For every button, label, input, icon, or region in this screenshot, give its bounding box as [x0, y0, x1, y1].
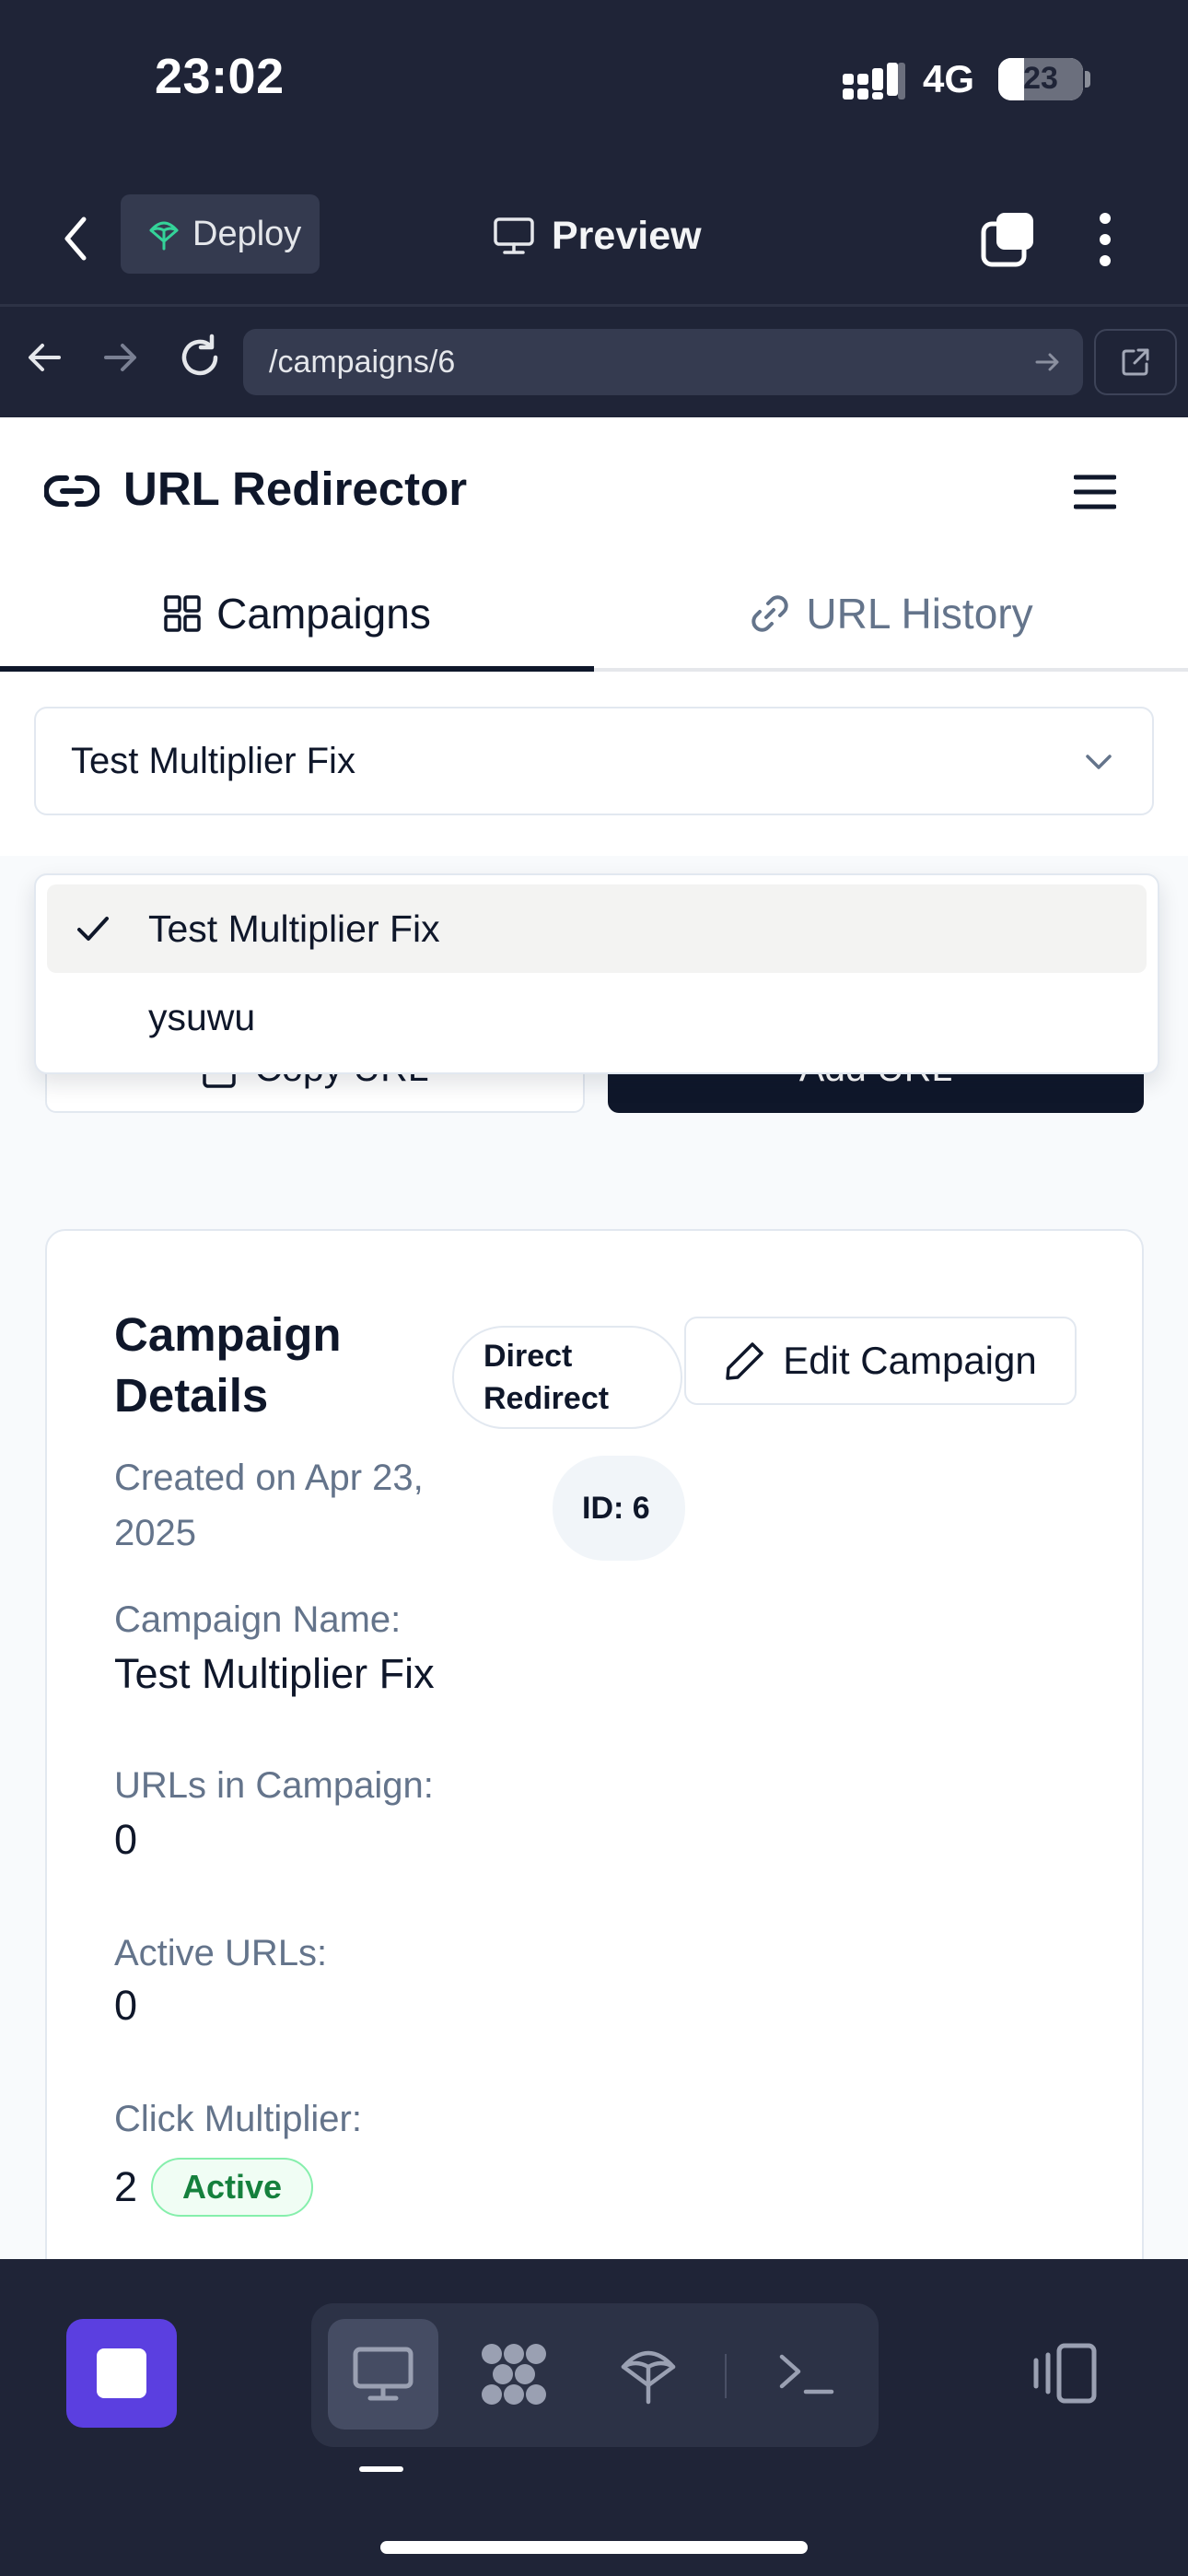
urls-in-campaign-value: 0 [114, 1816, 138, 1863]
tab-campaigns[interactable]: Campaigns [0, 556, 594, 672]
preview-tab[interactable]: Preview [493, 207, 702, 264]
edit-campaign-button[interactable]: Edit Campaign [684, 1317, 1077, 1405]
tabs-icon[interactable] [980, 211, 1037, 268]
tab-bar: Campaigns URL History [0, 556, 1188, 672]
campaign-name-value: Test Multiplier Fix [114, 1650, 435, 1697]
dropdown-option-ysuwu[interactable]: ysuwu [47, 973, 1147, 1061]
app-title: URL Redirector [123, 463, 468, 515]
chevron-down-icon [1086, 755, 1112, 769]
url-text: /campaigns/6 [269, 344, 456, 380]
tab-campaigns-label: Campaigns [216, 590, 431, 638]
card-title: Campaign Details [114, 1308, 342, 1422]
deploy-label: Deploy [192, 214, 302, 253]
campaign-name-label: Campaign Name: [114, 1599, 402, 1640]
preview-label: Preview [552, 213, 702, 258]
pencil-icon [726, 1342, 763, 1380]
campaign-select-section: Test Multiplier Fix [0, 672, 1188, 856]
bottom-toolbar [0, 2259, 1188, 2576]
tool-terminal[interactable] [751, 2319, 862, 2430]
tool-deploy[interactable] [593, 2319, 704, 2430]
hamburger-menu-icon[interactable] [1074, 474, 1116, 510]
active-urls-label: Active URLs: [114, 1933, 328, 1973]
campaign-select-value: Test Multiplier Fix [71, 740, 355, 781]
redirect-type-badge: Direct Redirect [452, 1326, 682, 1429]
battery-tip [1085, 71, 1090, 88]
check-icon [77, 917, 109, 941]
multiplier-status-badge: Active [151, 2158, 313, 2217]
nodes-icon [482, 2344, 546, 2405]
deploy-icon [621, 2350, 676, 2405]
active-urls-value: 0 [114, 1982, 138, 2029]
dropdown-option-label: Test Multiplier Fix [148, 907, 440, 950]
tool-group [311, 2303, 879, 2447]
more-vertical-icon[interactable] [1087, 209, 1124, 270]
devices-icon[interactable] [1031, 2342, 1098, 2405]
tab-url-history-label: URL History [806, 590, 1033, 638]
battery-icon: 23 [998, 58, 1083, 100]
signal-icon [843, 63, 905, 100]
chevron-left-icon [64, 217, 87, 261]
created-date: Created on Apr 23, 2025 [114, 1458, 424, 1553]
arrow-left-icon[interactable] [22, 334, 68, 381]
status-time: 23:02 [155, 49, 285, 104]
campaign-id-badge: ID: 6 [553, 1456, 685, 1561]
campaign-select[interactable]: Test Multiplier Fix [34, 707, 1154, 815]
tab-url-history[interactable]: URL History [594, 556, 1188, 672]
urls-in-campaign-label: URLs in Campaign: [114, 1765, 434, 1806]
campaign-dropdown-menu: Test Multiplier Fix ysuwu [34, 873, 1159, 1074]
click-multiplier-value: 2 [114, 2163, 138, 2210]
status-bar: 23:02 4G 23 [0, 0, 1188, 170]
app-bar: Deploy Preview [0, 170, 1188, 304]
monitor-icon [494, 217, 534, 254]
arrow-right-icon[interactable] [97, 334, 143, 381]
tool-separator [725, 2354, 727, 2398]
battery-percent: 23 [1023, 61, 1058, 96]
home-indicator [380, 2541, 808, 2554]
url-input[interactable]: /campaigns/6 [243, 329, 1083, 395]
terminal-icon [779, 2354, 834, 2395]
stop-button[interactable] [66, 2319, 177, 2428]
monitor-icon [353, 2347, 413, 2401]
link-icon [751, 595, 789, 632]
browser-url-bar: /campaigns/6 [0, 304, 1188, 417]
network-type: 4G [923, 57, 975, 100]
tool-nodes[interactable] [459, 2319, 569, 2430]
deploy-icon [149, 221, 179, 251]
active-tool-indicator [359, 2466, 403, 2472]
stop-icon [97, 2348, 146, 2398]
external-link-icon [1122, 348, 1149, 376]
tool-preview[interactable] [328, 2319, 438, 2430]
dropdown-option-label: ysuwu [148, 995, 256, 1038]
edit-campaign-label: Edit Campaign [783, 1339, 1037, 1382]
reload-icon[interactable] [175, 333, 225, 382]
dropdown-option-test-multiplier-fix[interactable]: Test Multiplier Fix [47, 884, 1147, 973]
site-header: URL Redirector [0, 417, 1188, 556]
campaign-details-card: Campaign Details Direct Redirect Edit Ca… [45, 1229, 1144, 2259]
open-external-button[interactable] [1094, 329, 1177, 395]
web-page: URL Redirector Campaigns URL History Tes… [0, 417, 1188, 2259]
link-icon [44, 475, 99, 507]
go-arrow-icon[interactable] [1033, 347, 1063, 377]
back-button[interactable] [57, 211, 94, 266]
deploy-button[interactable]: Deploy [121, 194, 320, 274]
click-multiplier-label: Click Multiplier: [114, 2099, 362, 2139]
grid-icon [164, 595, 201, 632]
